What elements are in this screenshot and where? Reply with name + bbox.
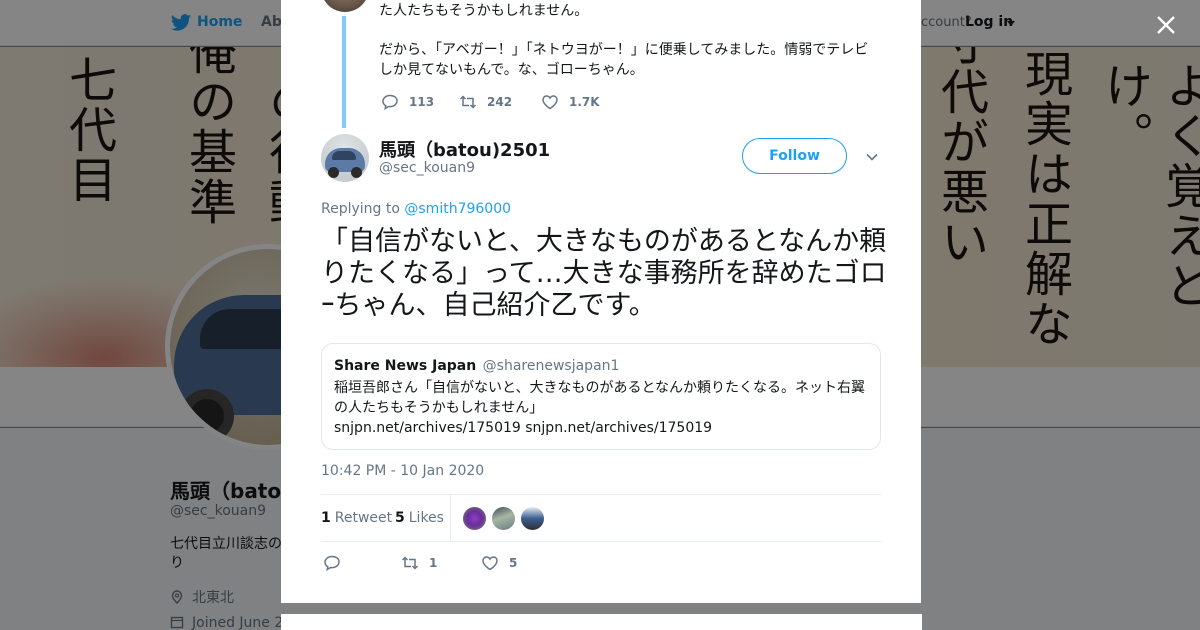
reply-icon [382,94,398,111]
like-count: 1.7K [569,95,600,109]
author-avatar[interactable] [321,134,369,182]
like-count: 5 [509,556,518,570]
reply-action[interactable]: 113 [381,92,434,112]
author-name[interactable]: 馬頭（batou)2501 [379,136,550,162]
like-stat-label: Likes [408,510,444,526]
previous-tweet-paragraph: だから、「アベガー！」「ネトウヨがー！」に便乗してみました。情弱でテレビしか見て… [379,42,869,78]
like-stat-count: 5 [395,510,405,526]
retweet-action[interactable]: 1 [401,553,437,573]
avatar-car-wheel [328,167,339,178]
tweet-stats: 1 Retweet 5 Likes [321,494,881,542]
tweet-text: 「自信がないと、大きなものがあるとなんか頼りたくなる」って…大きな事務所を辞めた… [321,226,887,321]
like-action[interactable]: 1.7K [541,92,600,112]
thread-connector-line [342,16,346,128]
retweet-icon [459,95,477,109]
quoted-author-name: Share News Japan [334,358,477,374]
avatar-car-wheel [351,167,362,178]
quoted-tweet-header: Share News Japan @sharenewsjapan1 [334,358,619,374]
tweet-timestamp[interactable]: 10:42 PM - 10 Jan 2020 [321,463,484,479]
retweet-stat-count: 1 [321,510,331,526]
quoted-tweet-body: 稲垣吾郎さん「自信がないと、大きなものがあるとなんか頼りたくなる。ネット右翼の人… [334,378,870,438]
heart-icon [542,95,558,110]
like-stat[interactable]: 5 Likes [395,510,444,526]
reply-icon [324,555,340,572]
avatar-car-window [332,151,356,160]
liker-avatar[interactable] [462,506,487,531]
replying-to-label: Replying to [321,201,400,217]
chevron-down-icon[interactable] [865,151,879,163]
replying-to: Replying to @smith796000 [321,201,511,217]
retweet-icon [401,556,419,570]
liker-avatar[interactable] [520,506,545,531]
author-handle[interactable]: @sec_kouan9 [379,160,475,176]
quoted-author-handle: @sharenewsjapan1 [482,358,620,374]
heart-icon [482,556,498,571]
retweet-count: 1 [429,556,438,570]
next-tweet-card [281,614,922,630]
close-icon[interactable] [1150,9,1182,41]
retweet-action[interactable]: 242 [459,92,512,112]
retweet-stat-label: Retweet [334,510,393,526]
retweet-stat[interactable]: 1 Retweet [321,510,392,526]
retweet-count: 242 [487,95,513,109]
tweet-permalink-modal: た人たちもそうかもしれません。 だから、「アベガー！」「ネトウヨがー！」に便乗し… [281,0,921,603]
quoted-tweet-links: snjpn.net/archives/175019 snjpn.net/arch… [334,420,713,436]
quoted-tweet-text: 稲垣吾郎さん「自信がないと、大きなものがあるとなんか頼りたくなる。ネット右翼の人… [334,380,866,416]
reply-count: 113 [409,95,435,109]
like-action[interactable]: 5 [481,553,517,573]
previous-tweet-line: た人たちもそうかもしれません。 [379,3,589,19]
previous-tweet-avatar[interactable] [321,0,369,12]
quoted-tweet-card[interactable]: Share News Japan @sharenewsjapan1 稲垣吾郎さん… [321,343,881,450]
follow-button[interactable]: Follow [742,138,847,174]
stats-divider [450,495,451,542]
liker-avatar[interactable] [491,506,516,531]
replying-to-link[interactable]: @smith796000 [404,201,511,217]
reply-action[interactable] [323,553,351,573]
